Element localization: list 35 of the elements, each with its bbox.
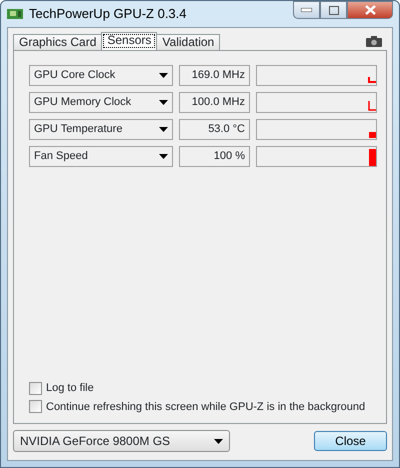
caret-icon [159,154,168,159]
minimize-button[interactable] [293,1,320,19]
caret-icon [159,73,168,78]
checkbox[interactable] [29,400,42,414]
maximize-button[interactable] [320,1,347,19]
app-icon [7,8,23,20]
sensor-reading: 53.0 °C [179,119,250,140]
graph-trace-drawing [368,149,376,166]
checkbox-label: Continue refreshing this screen while GPU-Z is in the background [46,400,366,414]
gpu-dropdown[interactable]: NVIDIA GeForce 9800M GS [13,430,230,452]
sensor-dropdown[interactable]: GPU Temperature [29,119,173,140]
checkbox[interactable] [29,382,42,395]
sensor-reading: 100 % [179,146,250,167]
close-window-button[interactable] [347,1,393,19]
camera-icon[interactable] [366,36,382,46]
maximize-icon [328,6,338,14]
caret-icon [159,127,168,132]
minimize-icon [301,8,312,12]
caret-icon [214,438,223,444]
window-title: TechPowerUp GPU-Z 0.3.4 [29,5,187,24]
graph-trace-drawing [368,76,376,83]
checkbox-label: Log to file [46,381,94,396]
sensor-dropdown[interactable]: GPU Core Clock [29,65,173,86]
sensor-reading: 169.0 MHz [179,65,250,86]
close-icon [364,5,376,15]
tab[interactable]: Validation [156,34,220,50]
sensor-dropdown[interactable]: GPU Memory Clock [29,92,173,113]
tab[interactable]: Sensors [101,32,158,50]
sensor-dropdown[interactable]: Fan Speed [29,146,173,167]
graph-trace-drawing [368,132,376,138]
caret-icon [159,100,168,105]
close-button[interactable]: Close [314,431,387,451]
sensor-reading: 100.0 MHz [179,92,250,113]
tab[interactable]: Graphics Card [13,34,102,50]
graph-trace-drawing [368,100,376,111]
